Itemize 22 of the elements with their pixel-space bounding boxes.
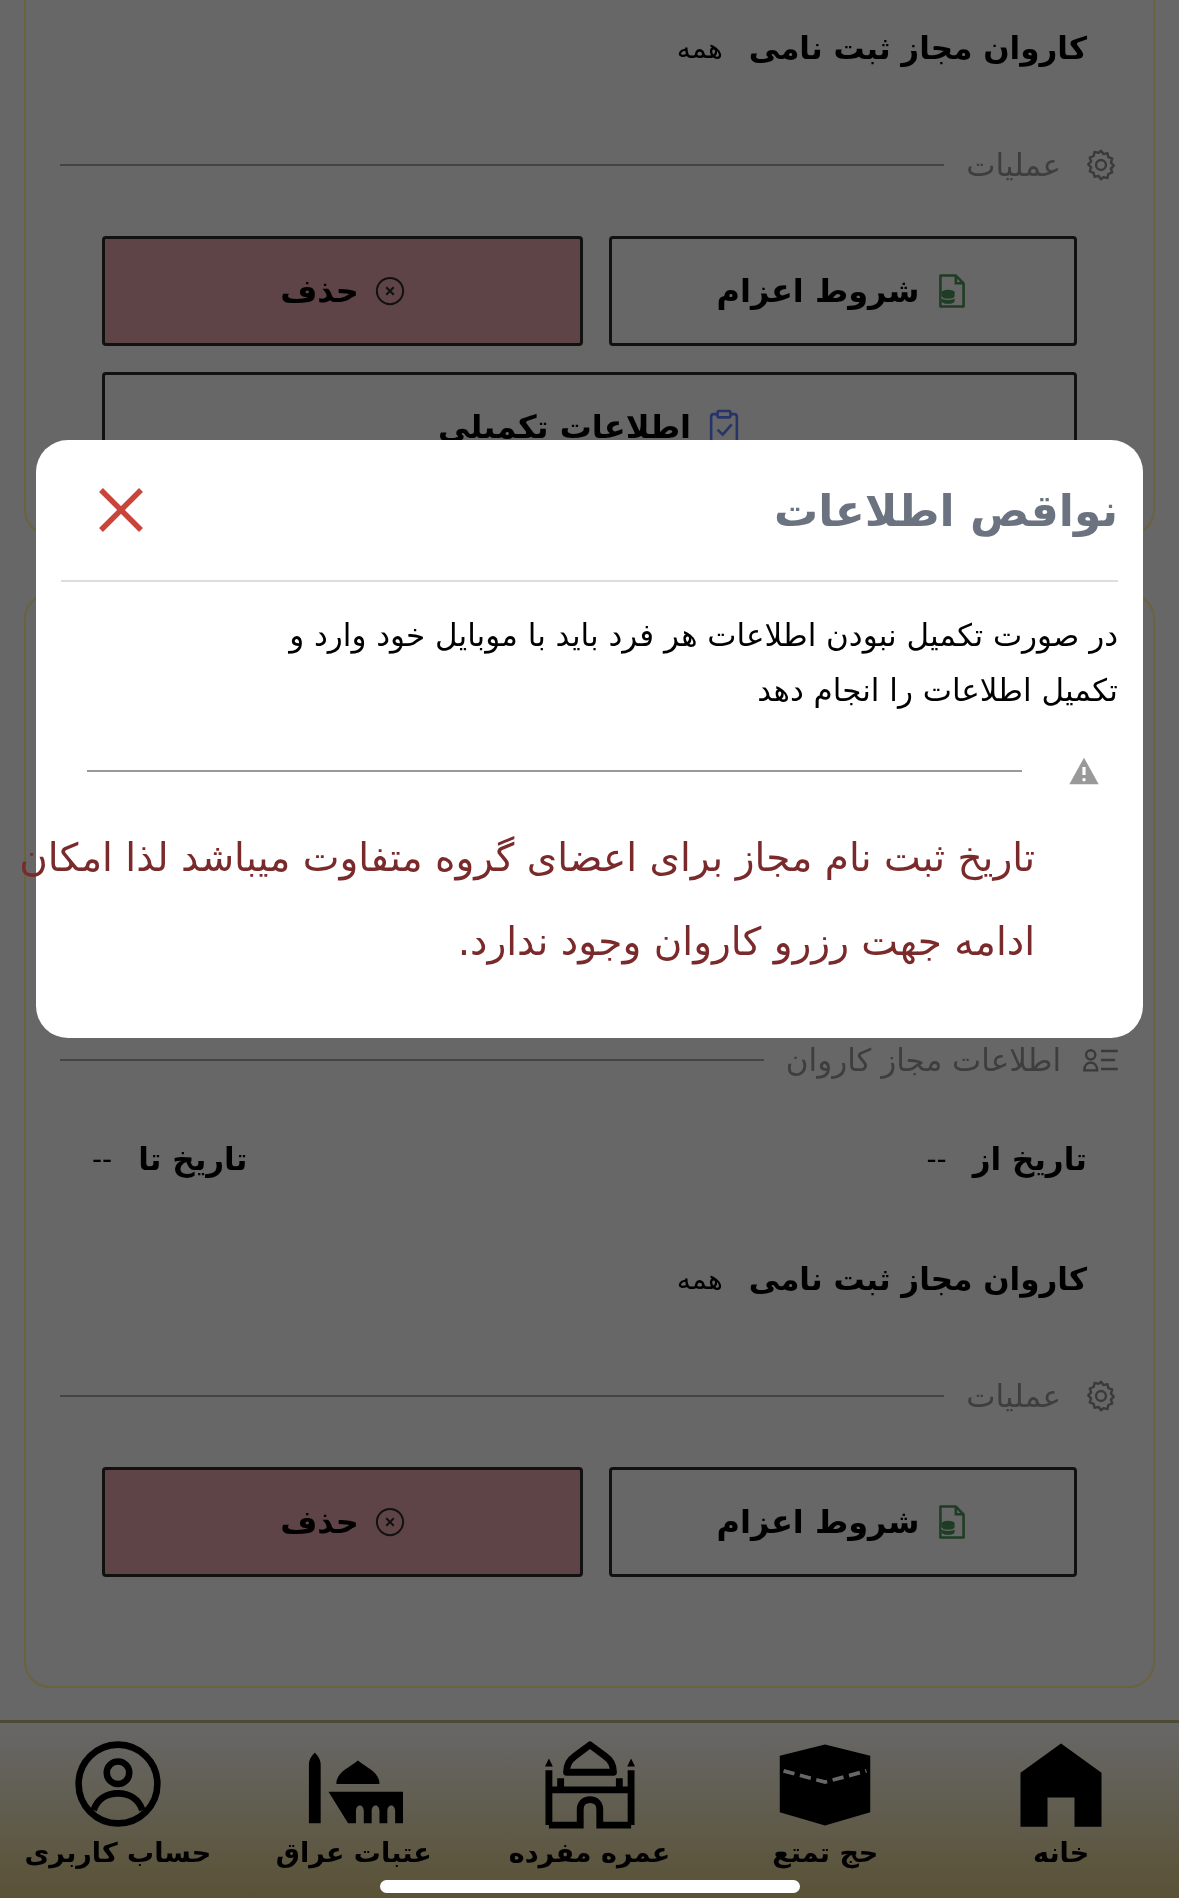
nav-tab[interactable]: عتبات عراق [243, 1739, 464, 1868]
nav-tab[interactable]: خانه [951, 1739, 1172, 1868]
field-value: -- [926, 1142, 947, 1176]
action-button[interactable]: شروط اعزام [609, 236, 1077, 346]
field-value: همه [676, 31, 723, 65]
nav-tab[interactable]: عمره مفرده [479, 1739, 700, 1868]
dialog-message: در صورت تکمیل نبودن اطلاعات هر فرد باید با موبایل خود وارد و تکمیل اطلاعات را انجام دهد [287, 616, 1118, 711]
field-label: تاریخ از [972, 1141, 1087, 1177]
field-label: کاروان مجاز ثبت نامی [748, 1261, 1087, 1297]
field-value: همه [676, 1262, 723, 1296]
nav-tab[interactable]: حج تمتع [715, 1739, 936, 1868]
field-label: کاروان مجاز ثبت نامی [748, 30, 1087, 66]
field-value: -- [92, 1142, 113, 1176]
nav-tab[interactable]: حساب کاربری [7, 1739, 228, 1868]
field-label: تاریخ تا [138, 1141, 248, 1177]
warning-icon [1068, 756, 1100, 786]
delete-button[interactable]: حذف [102, 236, 583, 346]
dialog-title: نواقص اطلاعات [773, 484, 1118, 536]
close-circle-icon [374, 276, 405, 306]
close-circle-icon [374, 1507, 405, 1537]
delete-button[interactable]: حذف [102, 1467, 583, 1577]
action-button[interactable]: شروط اعزام [609, 1467, 1077, 1577]
